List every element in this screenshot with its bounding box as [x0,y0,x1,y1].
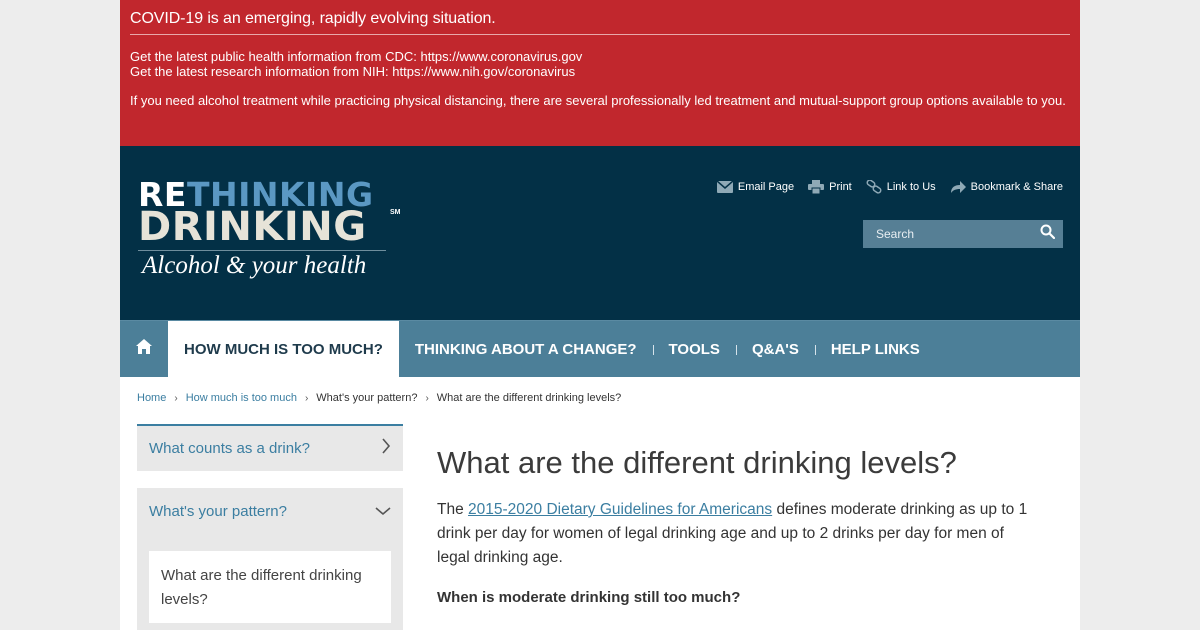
chevron-right-icon [381,438,391,459]
nav-qas[interactable]: Q&A'S [735,321,815,377]
alert-cdc-link[interactable]: Get the latest public health information… [130,49,1070,64]
site-logo[interactable]: RETHINKING DRINKING SM Alcohol & your he… [138,178,408,288]
breadcrumb-pattern: What's your pattern? [316,392,418,404]
nav-help-links[interactable]: HELP LINKS [814,321,936,377]
intro-paragraph: The 2015-2020 Dietary Guidelines for Ame… [437,501,1028,566]
printer-icon [808,180,825,194]
nav-how-much-is-too-much[interactable]: HOW MUCH IS TOO MUCH? [168,321,399,377]
share-arrow-icon [950,180,966,194]
chevron-right-icon: › [425,392,429,404]
chevron-right-icon: › [174,392,178,404]
sidebar-subitem-drinking-levels[interactable]: What are the different drinking levels? [149,551,391,623]
sidebar-item-your-pattern[interactable]: What's your pattern? [137,488,403,535]
print-link[interactable]: Print [808,180,852,194]
breadcrumb-how-much[interactable]: How much is too much [186,392,297,404]
email-page-link[interactable]: Email Page [716,181,794,193]
sidebar-item-what-counts[interactable]: What counts as a drink? [137,424,403,471]
nav-tools[interactable]: TOOLS [652,321,736,377]
bookmark-share-link[interactable]: Bookmark & Share [950,180,1063,194]
main-nav: HOW MUCH IS TOO MUCH? THINKING ABOUT A C… [120,320,1080,377]
alert-nih-link[interactable]: Get the latest research information from… [130,64,1070,79]
link-to-us-link[interactable]: Link to Us [866,180,936,194]
logo-tagline: Alcohol & your health [142,252,367,279]
logo-service-mark: SM [390,209,401,216]
sidebar-submenu: What are the different drinking levels? [137,535,403,630]
logo-drinking: DRINKING [138,204,367,250]
page-title: What are the different drinking levels? [437,445,957,480]
search-input[interactable] [863,220,1031,248]
sidebar-item-label: What counts as a drink? [149,440,310,457]
envelope-icon [716,181,733,193]
chevron-down-icon [375,503,391,521]
breadcrumb-home[interactable]: Home [137,392,166,404]
nav-thinking-about-a-change[interactable]: THINKING ABOUT A CHANGE? [399,321,653,377]
alert-title: COVID-19 is an emerging, rapidly evolvin… [130,10,1070,35]
page: COVID-19 is an emerging, rapidly evolvin… [120,0,1080,630]
utility-links: Email Page Print Link to Us Bookmark & S… [716,180,1063,194]
dietary-guidelines-link[interactable]: 2015-2020 Dietary Guidelines for America… [468,501,772,518]
breadcrumb-current: What are the different drinking levels? [436,392,622,404]
search-button[interactable] [1031,220,1063,248]
sidebar-item-label: What's your pattern? [149,503,287,520]
alert-treatment-note[interactable]: If you need alcohol treatment while prac… [130,93,1070,108]
covid-alert-banner: COVID-19 is an emerging, rapidly evolvin… [120,0,1080,146]
section-question: When is moderate drinking still too much… [437,589,741,606]
main-content: What are the different drinking levels? … [437,442,1037,610]
search-box [863,220,1063,248]
logo-divider [138,250,386,251]
chain-link-icon [866,180,882,194]
breadcrumb: Home › How much is too much › What's you… [137,392,621,404]
site-header: RETHINKING DRINKING SM Alcohol & your he… [120,146,1080,320]
sidebar: What counts as a drink? What's your patt… [137,424,403,630]
search-icon [1040,224,1055,244]
chevron-right-icon: › [304,392,309,404]
nav-home-button[interactable] [120,321,168,377]
home-icon [136,339,152,359]
